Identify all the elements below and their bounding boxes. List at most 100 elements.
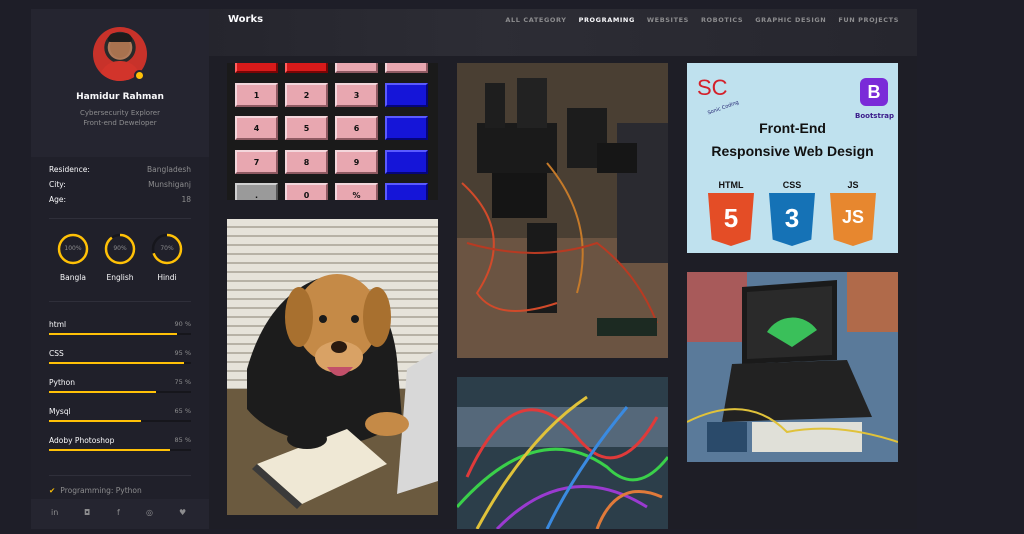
linkedin-icon[interactable]: in bbox=[51, 508, 58, 517]
shield-number: 5 bbox=[723, 203, 739, 233]
skill-mysql: Mysql 65 % bbox=[49, 407, 191, 422]
language-pct: 100% bbox=[64, 245, 82, 252]
calc-key bbox=[385, 63, 428, 73]
calc-key: 8 bbox=[285, 150, 328, 174]
skill-fill bbox=[49, 449, 170, 451]
skill-pct: 85 % bbox=[174, 436, 191, 444]
calc-key bbox=[235, 63, 278, 73]
check-icon: ✔ bbox=[49, 486, 56, 495]
twitter-icon[interactable]: ♥ bbox=[179, 508, 186, 517]
work-card-dog-typing[interactable] bbox=[227, 219, 438, 515]
sonic-coding-logo: SC bbox=[697, 75, 728, 100]
bootstrap-icon: B bbox=[860, 78, 888, 106]
skill-fill bbox=[49, 420, 142, 422]
js-label: JS bbox=[847, 180, 859, 190]
social-bar: in ◘ f ◎ ♥ bbox=[31, 499, 209, 529]
info-value: 18 bbox=[181, 195, 191, 204]
facebook-icon[interactable]: f bbox=[117, 508, 120, 517]
info-key: Age: bbox=[49, 195, 67, 204]
skill-name: Python bbox=[49, 378, 75, 387]
skill-pct: 95 % bbox=[174, 349, 191, 357]
calc-key: 1 bbox=[235, 83, 278, 107]
page-title: Works bbox=[228, 14, 264, 25]
skill-fill bbox=[49, 362, 184, 364]
skill-name: CSS bbox=[49, 349, 64, 358]
calc-key bbox=[285, 63, 328, 73]
language-circle-bangla: 100% bbox=[56, 232, 90, 266]
filter-graphic-design[interactable]: GRAPHIC DESIGN bbox=[755, 16, 826, 24]
calc-key bbox=[385, 183, 428, 200]
language-label: Hindi bbox=[157, 273, 177, 282]
laptop-illustration bbox=[687, 272, 898, 462]
profile-name: Hamidur Rahman bbox=[76, 92, 164, 102]
calc-key bbox=[385, 83, 428, 107]
circuit-illustration bbox=[457, 377, 668, 529]
filter-robotics[interactable]: ROBOTICS bbox=[701, 16, 743, 24]
calc-key bbox=[335, 63, 378, 73]
filter-fun-projects[interactable]: FUN PROJECTS bbox=[838, 16, 899, 24]
filter-all-category[interactable]: ALL CATEGORY bbox=[505, 16, 566, 24]
filter-websites[interactable]: WEBSITES bbox=[647, 16, 689, 24]
skill-fill bbox=[49, 391, 156, 393]
info-value: Bangladesh bbox=[147, 165, 191, 174]
skill-name: Mysql bbox=[49, 407, 71, 416]
skill-pct: 90 % bbox=[174, 320, 191, 328]
calc-key: % bbox=[335, 183, 378, 200]
work-card-hexapod-robot[interactable] bbox=[457, 63, 668, 358]
work-card-circuit[interactable] bbox=[457, 377, 668, 529]
skill-pct: 75 % bbox=[174, 378, 191, 386]
calc-key: . bbox=[235, 183, 278, 200]
calc-key: 4 bbox=[235, 116, 278, 140]
info-key: City: bbox=[49, 180, 66, 189]
css3-icon: 3 bbox=[769, 193, 815, 246]
calc-key: 9 bbox=[335, 150, 378, 174]
shield-number: 3 bbox=[784, 203, 800, 233]
calc-key: 5 bbox=[285, 116, 328, 140]
work-card-frontend-design[interactable]: SC Sonic Coding B Bootstrap Front-End Re… bbox=[687, 63, 898, 253]
skill-name: Adoby Photoshop bbox=[49, 436, 115, 445]
bootstrap-label: Bootstrap bbox=[855, 112, 894, 120]
language-pct: 90% bbox=[113, 245, 127, 252]
javascript-icon: JS bbox=[830, 193, 876, 246]
info-age: Age: 18 bbox=[49, 195, 191, 204]
knowledge-label: Programming: Python bbox=[60, 486, 142, 495]
calc-key: 6 bbox=[335, 116, 378, 140]
skill-name: html bbox=[49, 320, 67, 329]
skill-html: html 90 % bbox=[49, 320, 191, 335]
profile-role-line-2: Front-end Deweloper bbox=[83, 119, 157, 127]
category-filter: ALL CATEGORY PROGRAMING WEBSITES ROBOTIC… bbox=[505, 16, 899, 24]
info-residence: Residence: Bangladesh bbox=[49, 165, 191, 174]
skill-pct: 65 % bbox=[174, 407, 191, 415]
skill-track bbox=[49, 333, 191, 335]
filter-programing[interactable]: PROGRAMING bbox=[579, 16, 635, 24]
skill-track bbox=[49, 449, 191, 451]
skill-fill bbox=[49, 333, 177, 335]
info-city: City: Munshiganj bbox=[49, 180, 191, 189]
info-value: Munshiganj bbox=[148, 180, 191, 189]
calc-key bbox=[385, 116, 428, 140]
instagram-icon[interactable]: ◘ bbox=[84, 508, 90, 517]
html5-icon: 5 bbox=[708, 193, 754, 246]
card-title-line-1: Front-End bbox=[759, 120, 826, 136]
work-card-radar-project[interactable] bbox=[687, 272, 898, 462]
language-circle-english: 90% bbox=[103, 232, 137, 266]
avatar-hair bbox=[108, 33, 132, 42]
dog-illustration bbox=[227, 274, 438, 515]
works-header: Works ALL CATEGORY PROGRAMING WEBSITES R… bbox=[209, 9, 917, 56]
online-status-dot bbox=[134, 70, 145, 81]
sidebar: Hamidur Rahman Cybersecurity Explorer Fr… bbox=[31, 9, 209, 529]
sonic-coding-tagline: Sonic Coding bbox=[706, 99, 740, 117]
github-icon[interactable]: ◎ bbox=[146, 508, 153, 517]
html-label: HTML bbox=[718, 180, 744, 190]
skill-track bbox=[49, 362, 191, 364]
divider bbox=[49, 301, 191, 302]
calc-key: 3 bbox=[335, 83, 378, 107]
info-key: Residence: bbox=[49, 165, 90, 174]
skill-photoshop: Adoby Photoshop 85 % bbox=[49, 436, 191, 451]
divider bbox=[49, 218, 191, 219]
skill-css: CSS 95 % bbox=[49, 349, 191, 364]
language-pct: 70% bbox=[160, 245, 174, 252]
calc-key: 2 bbox=[285, 83, 328, 107]
work-card-calculator[interactable]: 1 2 3 4 5 6 7 8 9 . 0 % bbox=[227, 63, 438, 200]
profile-card: Hamidur Rahman Cybersecurity Explorer Fr… bbox=[31, 9, 209, 157]
